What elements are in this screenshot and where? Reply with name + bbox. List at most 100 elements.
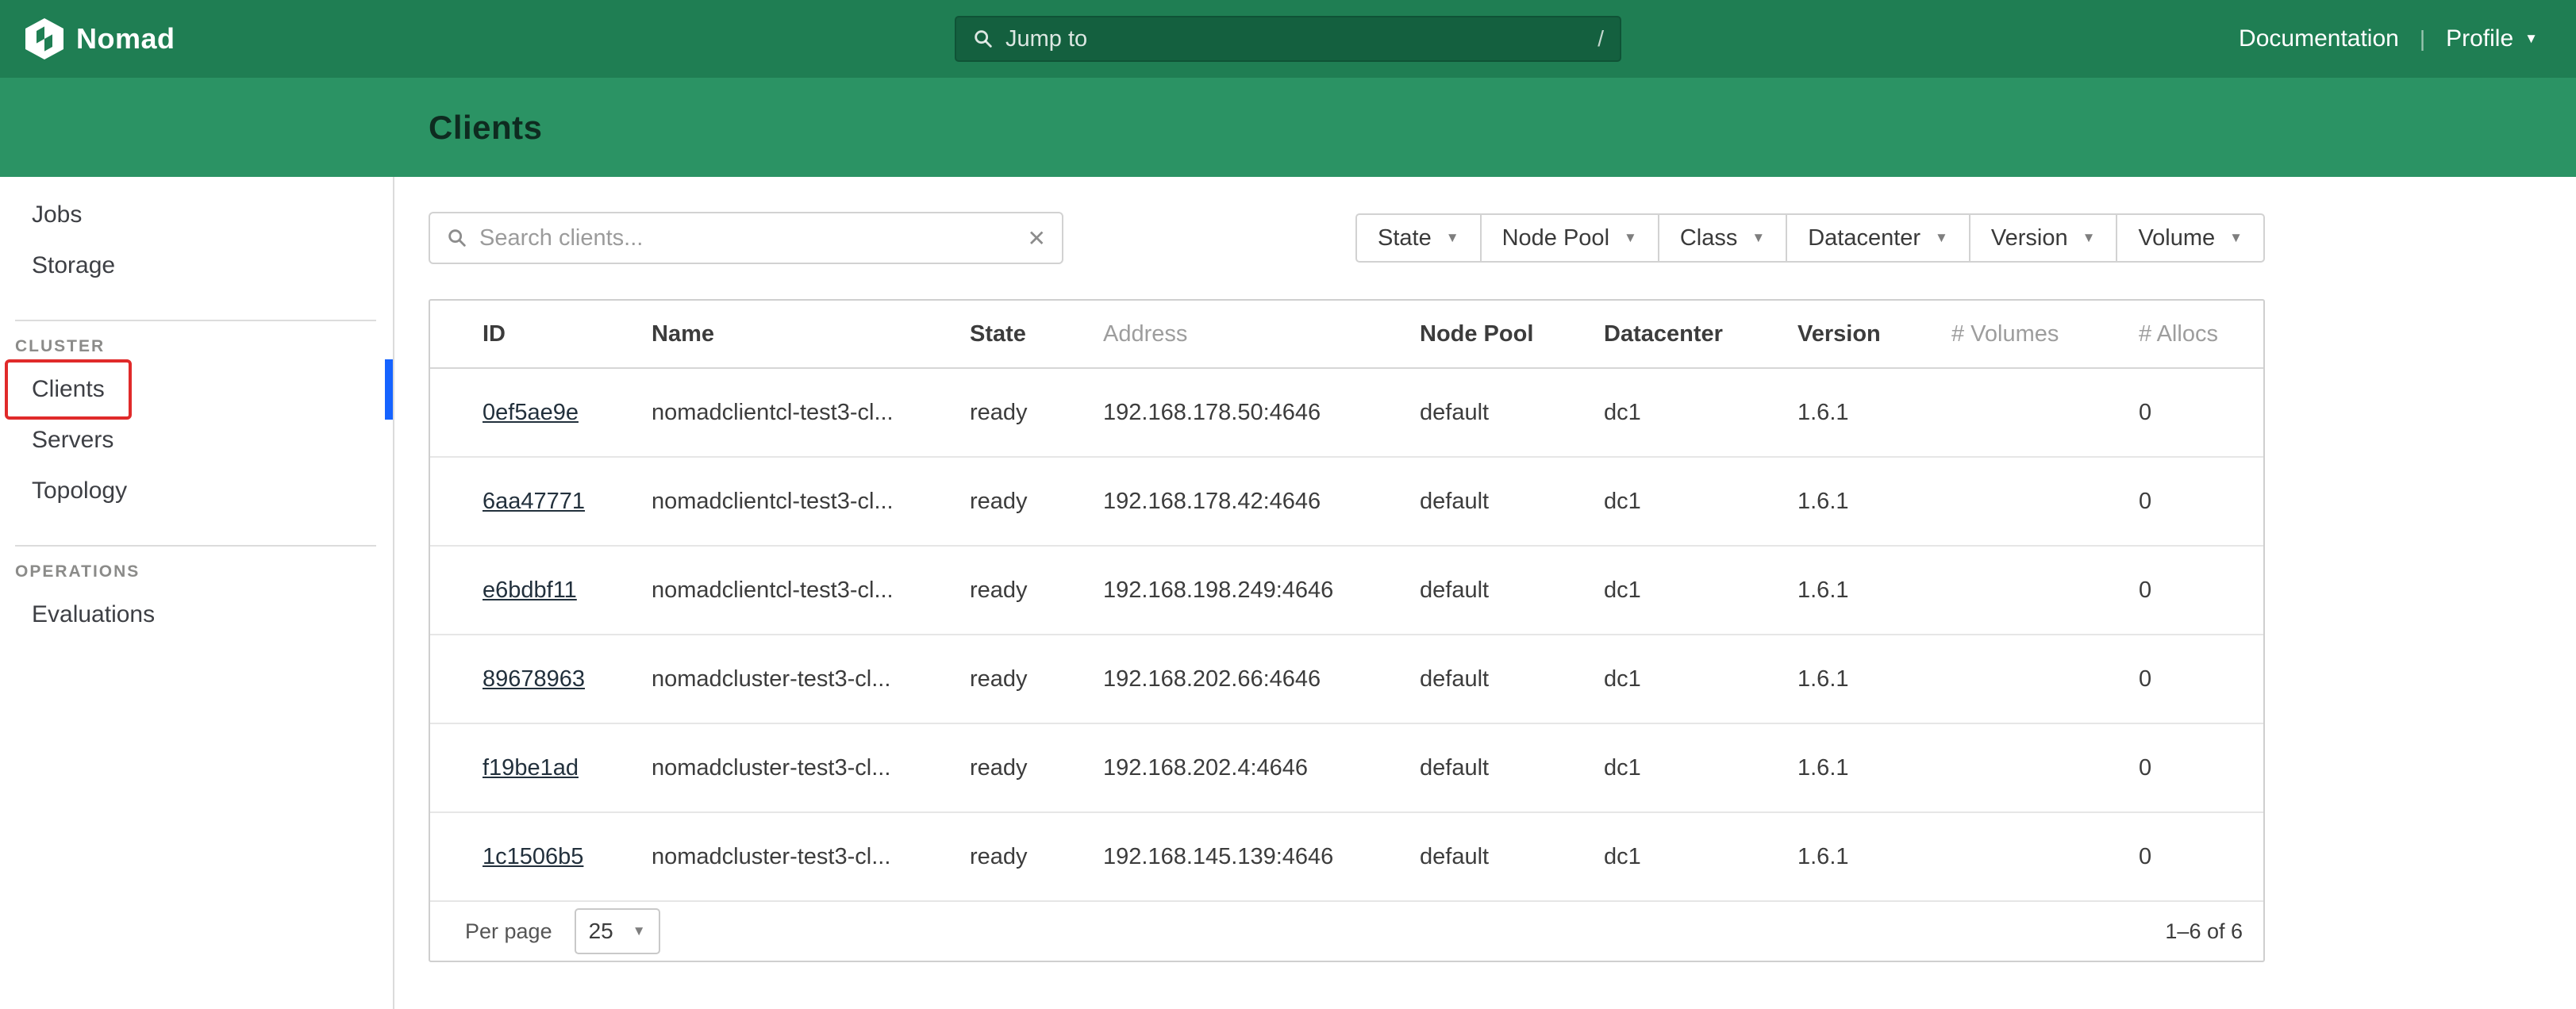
cell-id: 89678963 xyxy=(430,635,599,723)
pagination-range: 1–6 of 6 xyxy=(2165,919,2243,944)
cell-name: nomadclientcl-test3-cl... xyxy=(599,368,917,457)
client-id-link[interactable]: 1c1506b5 xyxy=(483,844,583,869)
sidebar-item-topology[interactable]: Topology xyxy=(0,466,393,516)
cell-name: nomadcluster-test3-cl... xyxy=(599,723,917,812)
client-row[interactable]: f19be1ad nomadcluster-test3-cl... ready … xyxy=(430,723,2263,812)
client-id-link[interactable]: 6aa47771 xyxy=(483,489,585,514)
cell-volumes xyxy=(1899,723,2086,812)
column-header-state[interactable]: State xyxy=(917,301,1051,368)
jump-to-search[interactable]: / xyxy=(955,16,1621,62)
cell-volumes xyxy=(1899,368,2086,457)
client-id-link[interactable]: 89678963 xyxy=(483,666,585,692)
top-navigation: Nomad / Documentation | Profile ▼ xyxy=(0,0,2576,78)
filter-state[interactable]: State ▼ xyxy=(1355,213,1482,263)
client-id-link[interactable]: 0ef5ae9e xyxy=(483,400,579,425)
sidebar-item-evaluations[interactable]: Evaluations xyxy=(0,589,393,640)
sidebar-item-storage[interactable]: Storage xyxy=(0,240,393,291)
cell-address: 192.168.178.42:4646 xyxy=(1051,457,1367,546)
cell-address: 192.168.145.139:4646 xyxy=(1051,812,1367,901)
clear-search-icon[interactable]: ✕ xyxy=(1028,225,1046,251)
cell-version: 1.6.1 xyxy=(1745,635,1899,723)
page-header: Clients xyxy=(0,78,2576,177)
client-id-link[interactable]: f19be1ad xyxy=(483,755,579,781)
cell-version: 1.6.1 xyxy=(1745,457,1899,546)
filter-label: Version xyxy=(1991,225,2068,251)
cell-id: e6bdbf11 xyxy=(430,546,599,635)
cell-id: f19be1ad xyxy=(430,723,599,812)
clients-table: ID Name State Address Node Pool Datacent… xyxy=(430,301,2263,902)
brand-name: Nomad xyxy=(76,22,175,56)
toolbar: ✕ State ▼ Node Pool ▼ Class ▼ Datacenter… xyxy=(429,212,2265,264)
client-row[interactable]: 89678963 nomadcluster-test3-cl... ready … xyxy=(430,635,2263,723)
cell-state: ready xyxy=(917,635,1051,723)
cell-state: ready xyxy=(917,546,1051,635)
per-page-value: 25 xyxy=(589,919,613,944)
cell-datacenter: dc1 xyxy=(1551,368,1745,457)
cell-datacenter: dc1 xyxy=(1551,457,1745,546)
client-row[interactable]: e6bdbf11 nomadclientcl-test3-cl... ready… xyxy=(430,546,2263,635)
filter-label: State xyxy=(1378,225,1432,251)
per-page-select[interactable]: 25 ▼ xyxy=(575,908,660,954)
filter-label: Datacenter xyxy=(1808,225,1920,251)
cell-datacenter: dc1 xyxy=(1551,723,1745,812)
cell-volumes xyxy=(1899,635,2086,723)
cell-name: nomadclientcl-test3-cl... xyxy=(599,457,917,546)
sidebar-item-servers[interactable]: Servers xyxy=(0,415,393,466)
cell-id: 1c1506b5 xyxy=(430,812,599,901)
cell-id: 6aa47771 xyxy=(430,457,599,546)
client-id-link[interactable]: e6bdbf11 xyxy=(483,577,577,603)
sidebar-item-clients[interactable]: Clients xyxy=(0,364,393,415)
cell-node-pool: default xyxy=(1367,635,1551,723)
nav-divider: | xyxy=(2420,26,2425,52)
cell-node-pool: default xyxy=(1367,368,1551,457)
cell-volumes xyxy=(1899,812,2086,901)
filter-group: State ▼ Node Pool ▼ Class ▼ Datacenter ▼… xyxy=(1355,213,2265,263)
cell-datacenter: dc1 xyxy=(1551,546,1745,635)
clients-search[interactable]: ✕ xyxy=(429,212,1063,264)
jump-to-input[interactable] xyxy=(1005,26,1586,52)
filter-class[interactable]: Class ▼ xyxy=(1658,213,1787,263)
column-header-name[interactable]: Name xyxy=(599,301,917,368)
page-title: Clients xyxy=(429,109,543,147)
client-row[interactable]: 1c1506b5 nomadcluster-test3-cl... ready … xyxy=(430,812,2263,901)
chevron-down-icon: ▼ xyxy=(1751,230,1765,246)
filter-version[interactable]: Version ▼ xyxy=(1969,213,2118,263)
nomad-logo-icon xyxy=(25,18,63,59)
client-row[interactable]: 0ef5ae9e nomadclientcl-test3-cl... ready… xyxy=(430,368,2263,457)
table-header-row: ID Name State Address Node Pool Datacent… xyxy=(430,301,2263,368)
chevron-down-icon: ▼ xyxy=(1446,230,1459,246)
cell-version: 1.6.1 xyxy=(1745,723,1899,812)
clients-search-input[interactable] xyxy=(479,225,1017,251)
column-header-datacenter[interactable]: Datacenter xyxy=(1551,301,1745,368)
sidebar-section-operations: OPERATIONS xyxy=(15,562,393,581)
cell-state: ready xyxy=(917,812,1051,901)
chevron-down-icon: ▼ xyxy=(1624,230,1637,246)
cell-name: nomadcluster-test3-cl... xyxy=(599,812,917,901)
filter-label: Node Pool xyxy=(1502,225,1609,251)
cell-allocs: 0 xyxy=(2086,635,2263,723)
cell-state: ready xyxy=(917,457,1051,546)
profile-menu[interactable]: Profile ▼ xyxy=(2446,25,2538,52)
sidebar-item-jobs[interactable]: Jobs xyxy=(0,190,393,240)
cell-allocs: 0 xyxy=(2086,723,2263,812)
clients-table-card: ID Name State Address Node Pool Datacent… xyxy=(429,299,2265,962)
filter-label: Volume xyxy=(2138,225,2215,251)
shortcut-hint: / xyxy=(1598,26,1604,52)
client-row[interactable]: 6aa47771 nomadclientcl-test3-cl... ready… xyxy=(430,457,2263,546)
filter-datacenter[interactable]: Datacenter ▼ xyxy=(1786,213,1970,263)
cell-name: nomadclientcl-test3-cl... xyxy=(599,546,917,635)
column-header-node-pool[interactable]: Node Pool xyxy=(1367,301,1551,368)
cell-allocs: 0 xyxy=(2086,368,2263,457)
column-header-version[interactable]: Version xyxy=(1745,301,1899,368)
cell-address: 192.168.198.249:4646 xyxy=(1051,546,1367,635)
cell-node-pool: default xyxy=(1367,723,1551,812)
table-footer: Per page 25 ▼ 1–6 of 6 xyxy=(430,902,2263,961)
column-header-id[interactable]: ID xyxy=(430,301,599,368)
filter-node-pool[interactable]: Node Pool ▼ xyxy=(1480,213,1659,263)
filter-volume[interactable]: Volume ▼ xyxy=(2116,213,2265,263)
cell-state: ready xyxy=(917,723,1051,812)
brand[interactable]: Nomad xyxy=(25,18,175,59)
documentation-link[interactable]: Documentation xyxy=(2239,25,2399,52)
main-area: ✕ State ▼ Node Pool ▼ Class ▼ Datacenter… xyxy=(394,177,2576,1009)
column-header-volumes: # Volumes xyxy=(1899,301,2086,368)
